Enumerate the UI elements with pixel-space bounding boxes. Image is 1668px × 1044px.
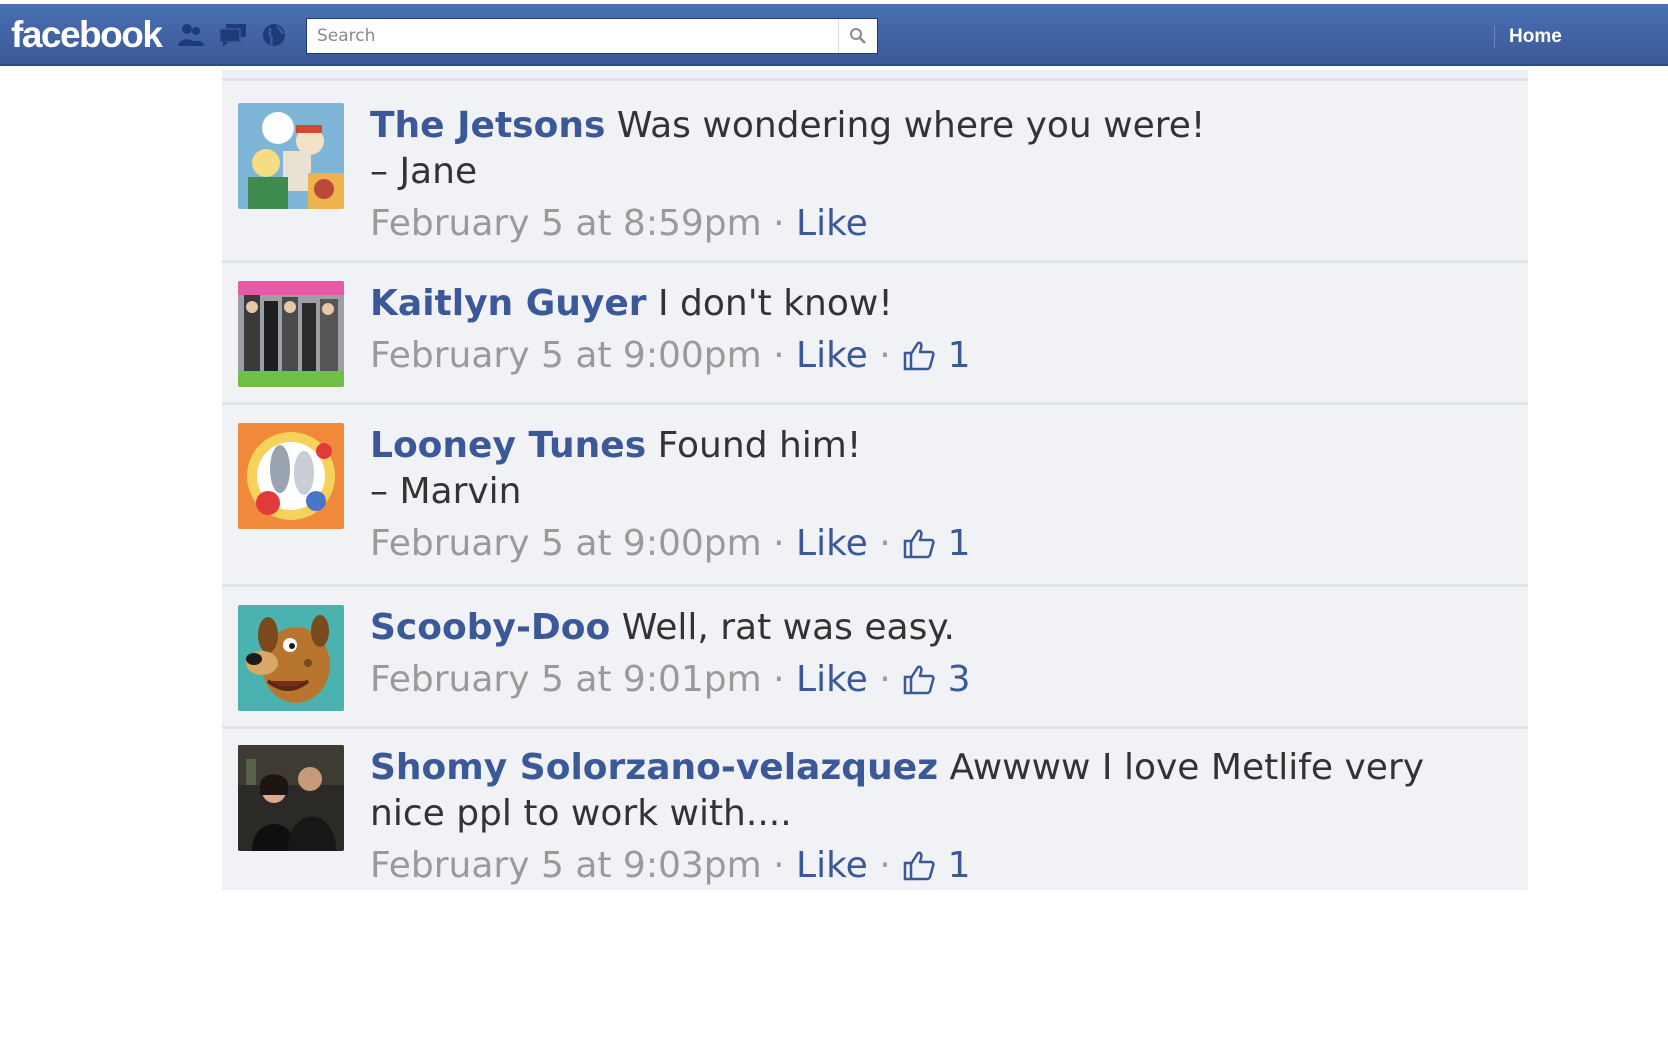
avatar[interactable]: [238, 103, 344, 209]
comment-body: Kaitlyn Guyer I don't know! February 5 a…: [370, 281, 1490, 379]
nav-divider: [1494, 26, 1495, 48]
top-navigation-bar: facebook Search Home: [0, 4, 1668, 66]
separator-dot: ·: [879, 335, 903, 376]
comment-signature: – Marvin: [370, 471, 522, 512]
comment-text: I don't know!: [657, 283, 893, 324]
search-input[interactable]: [307, 19, 839, 53]
comment-text: Was wondering where you were!: [616, 105, 1206, 146]
separator-dot: ·: [773, 335, 797, 376]
comment-item: Kaitlyn Guyer I don't know! February 5 a…: [222, 260, 1528, 402]
comment-timestamp[interactable]: February 5 at 9:03pm: [370, 845, 762, 886]
facebook-logo[interactable]: facebook: [11, 13, 163, 57]
comment-meta: February 5 at 9:00pm · Like · 1: [370, 333, 1490, 379]
messages-icon[interactable]: [218, 22, 248, 48]
like-link[interactable]: Like: [796, 335, 868, 376]
like-count[interactable]: 1: [902, 845, 971, 886]
separator-dot: ·: [773, 845, 797, 886]
like-link[interactable]: Like: [796, 845, 868, 886]
comment-timestamp[interactable]: February 5 at 8:59pm: [370, 203, 762, 244]
comment-meta: February 5 at 9:03pm · Like · 1: [370, 843, 1490, 889]
avatar[interactable]: [238, 423, 344, 529]
thumbs-up-icon: [903, 665, 935, 695]
comment-item: The Jetsons Was wondering where you were…: [222, 78, 1528, 260]
notifications-globe-icon[interactable]: [260, 22, 290, 48]
avatar[interactable]: [238, 281, 344, 387]
separator-dot: ·: [773, 659, 797, 700]
like-link[interactable]: Like: [796, 203, 868, 244]
like-count[interactable]: 1: [902, 335, 971, 376]
separator-dot: ·: [773, 203, 797, 244]
thumbs-up-icon: [903, 341, 935, 371]
comment-body: Scooby-Doo Well, rat was easy. February …: [370, 605, 1490, 703]
friend-requests-icon[interactable]: [176, 22, 206, 48]
comment-item: Shomy Solorzano-velazquez Awwww I love M…: [222, 726, 1528, 890]
comment-timestamp[interactable]: February 5 at 9:01pm: [370, 659, 762, 700]
comment-text: Found him!: [657, 425, 862, 466]
comments-list: The Jetsons Was wondering where you were…: [222, 70, 1528, 890]
comment-author-link[interactable]: Looney Tunes: [370, 425, 646, 466]
comment-author-link[interactable]: The Jetsons: [370, 105, 605, 146]
comment-item: Looney Tunes Found him! – Marvin Februar…: [222, 402, 1528, 584]
notification-jewels: [176, 22, 290, 48]
comment-item: Scooby-Doo Well, rat was easy. February …: [222, 584, 1528, 726]
comment-signature: – Jane: [370, 151, 478, 192]
comment-author-link[interactable]: Shomy Solorzano-velazquez: [370, 747, 938, 788]
avatar[interactable]: [238, 745, 344, 851]
comment-meta: February 5 at 8:59pm · Like: [370, 201, 1490, 247]
like-link[interactable]: Like: [796, 523, 868, 564]
comment-body: Looney Tunes Found him! – Marvin Februar…: [370, 423, 1490, 567]
comment-body: The Jetsons Was wondering where you were…: [370, 103, 1490, 247]
separator-dot: ·: [879, 659, 903, 700]
comment-author-link[interactable]: Scooby-Doo: [370, 607, 610, 648]
comment-timestamp[interactable]: February 5 at 9:00pm: [370, 523, 762, 564]
separator-dot: ·: [773, 523, 797, 564]
separator-dot: ·: [879, 845, 903, 886]
comment-body: Shomy Solorzano-velazquez Awwww I love M…: [370, 745, 1490, 889]
comment-meta: February 5 at 9:01pm · Like · 3: [370, 657, 1490, 703]
like-link[interactable]: Like: [796, 659, 868, 700]
thumbs-up-icon: [903, 851, 935, 881]
like-count[interactable]: 1: [902, 523, 971, 564]
thumbs-up-icon: [903, 529, 935, 559]
search-box: [306, 18, 878, 54]
comment-author-link[interactable]: Kaitlyn Guyer: [370, 283, 647, 324]
search-icon: [850, 28, 866, 44]
avatar[interactable]: [238, 605, 344, 711]
like-count[interactable]: 3: [902, 659, 971, 700]
comment-timestamp[interactable]: February 5 at 9:00pm: [370, 335, 762, 376]
search-button[interactable]: [838, 19, 877, 53]
separator-dot: ·: [879, 523, 903, 564]
home-link[interactable]: Home: [1509, 26, 1562, 48]
comment-text: Well, rat was easy.: [621, 607, 955, 648]
comment-meta: February 5 at 9:00pm · Like · 1: [370, 521, 1490, 567]
